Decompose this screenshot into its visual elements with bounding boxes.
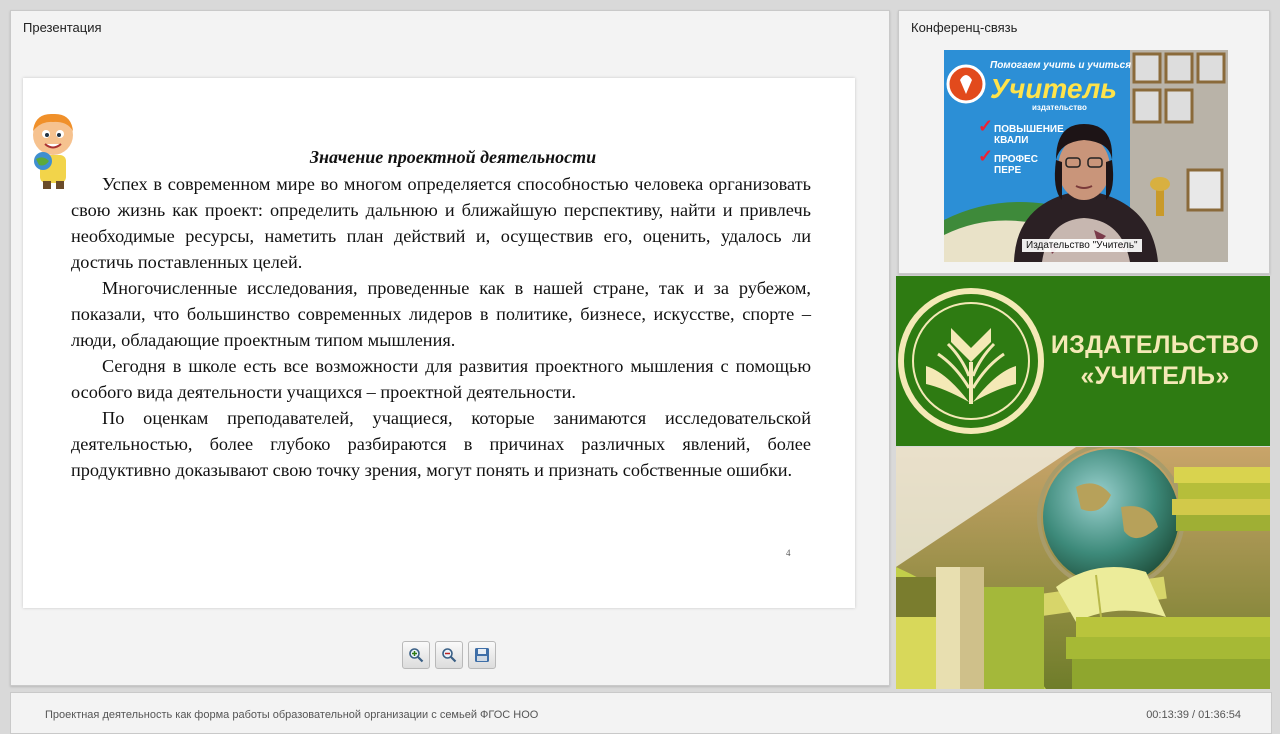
playback-time: 00:13:39 / 01:36:54 xyxy=(1146,709,1241,721)
zoom-out-icon xyxy=(442,648,457,663)
slide-paragraph: Многочисленные исследования, проведенные… xyxy=(71,278,811,350)
slide-paragraph: По оценкам преподавателей, учащиеся, кот… xyxy=(71,408,811,480)
zoom-out-button[interactable] xyxy=(435,641,463,669)
footer-title: Проектная деятельность как форма работы … xyxy=(45,709,539,721)
conference-panel: Конференц-связь Помогаем учить и учиться… xyxy=(898,10,1270,274)
video-caption: Издательство "Учитель" xyxy=(1022,239,1142,252)
publisher-name-line2: «УЧИТЕЛЬ» xyxy=(1080,362,1230,390)
svg-text:✓: ✓ xyxy=(978,146,993,166)
floppy-save-icon xyxy=(475,648,489,662)
presentation-panel-title: Презентация xyxy=(23,20,102,35)
slide-body: Успех в современном мире во многом опред… xyxy=(71,171,811,483)
zoom-in-icon xyxy=(409,648,424,663)
svg-text:✓: ✓ xyxy=(978,116,993,136)
save-button[interactable] xyxy=(468,641,496,669)
slide-paragraph: Сегодня в школе есть все возможности для… xyxy=(71,356,811,402)
footer-bar: Проектная деятельность как форма работы … xyxy=(10,692,1272,734)
publisher-name: ИЗДАТЕЛЬСТВО «УЧИТЕЛЬ» xyxy=(1041,330,1269,392)
svg-text:издательство: издательство xyxy=(1032,103,1087,112)
conference-video[interactable]: Помогаем учить и учиться Учитель издател… xyxy=(944,50,1228,262)
slide-heading: Значение проектной деятельности xyxy=(309,147,597,167)
zoom-in-button[interactable] xyxy=(402,641,430,669)
slide: Значение проектной деятельности Успех в … xyxy=(23,78,855,608)
presentation-panel: Презентация Значение проектной деятельно… xyxy=(10,10,890,686)
books-globe-illustration xyxy=(896,447,1270,689)
books-globe-image xyxy=(896,447,1270,689)
conference-panel-title: Конференц-связь xyxy=(911,20,1018,35)
svg-text:ПРОФЕС: ПРОФЕС xyxy=(994,154,1038,165)
svg-text:Учитель: Учитель xyxy=(990,73,1117,104)
svg-text:Помогаем учить и учиться: Помогаем учить и учиться xyxy=(990,60,1131,71)
video-frame-image: Помогаем учить и учиться Учитель издател… xyxy=(944,50,1228,262)
svg-text:КВАЛИ: КВАЛИ xyxy=(994,135,1028,146)
svg-text:ПОВЫШЕНИЕ: ПОВЫШЕНИЕ xyxy=(994,124,1064,135)
slide-page-number: 4 xyxy=(786,548,791,558)
svg-text:ПЕРЕ: ПЕРЕ xyxy=(994,165,1022,176)
publisher-logo-banner: ИЗДАТЕЛЬСТВО «УЧИТЕЛЬ» xyxy=(896,276,1270,446)
slide-paragraph: Успех в современном мире во многом опред… xyxy=(71,174,811,272)
publisher-emblem-icon xyxy=(898,288,1044,434)
presentation-toolbar xyxy=(402,641,502,671)
publisher-name-line1: ИЗДАТЕЛЬСТВО xyxy=(1050,331,1260,359)
